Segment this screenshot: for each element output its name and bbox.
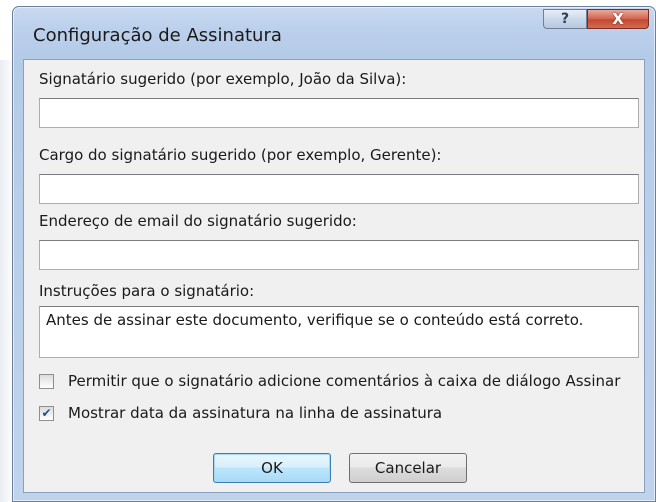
signer-instructions-label: Instruções para o signatário: — [39, 282, 255, 300]
signer-email-input[interactable] — [39, 240, 639, 270]
show-date-label[interactable]: Mostrar data da assinatura na linha de a… — [68, 404, 442, 422]
signer-title-label: Cargo do signatário sugerido (por exempl… — [39, 146, 442, 164]
suggested-signer-input[interactable] — [39, 98, 639, 128]
allow-comments-row[interactable]: Permitir que o signatário adicione comen… — [39, 372, 620, 390]
signature-setup-dialog: Configuração de Assinatura ? X Signatári… — [12, 6, 656, 502]
suggested-signer-label: Signatário sugerido (por exemplo, João d… — [39, 70, 407, 88]
signer-email-label: Endereço de email do signatário sugerido… — [39, 212, 357, 230]
signer-instructions-input[interactable]: Antes de assinar este documento, verifiq… — [39, 306, 639, 358]
close-icon: X — [612, 10, 624, 28]
ok-button[interactable]: OK — [213, 453, 331, 483]
allow-comments-label[interactable]: Permitir que o signatário adicione comen… — [68, 372, 620, 390]
allow-comments-checkbox[interactable] — [39, 373, 54, 389]
close-button[interactable]: X — [587, 9, 649, 29]
show-date-row[interactable]: ✔ Mostrar data da assinatura na linha de… — [39, 404, 442, 422]
help-icon: ? — [560, 11, 570, 27]
title-bar[interactable]: Configuração de Assinatura ? X — [13, 7, 655, 59]
signer-title-input[interactable] — [39, 174, 639, 204]
show-date-checkbox[interactable]: ✔ — [39, 405, 54, 421]
help-button[interactable]: ? — [543, 9, 587, 29]
dialog-title: Configuração de Assinatura — [33, 25, 282, 46]
cancel-button[interactable]: Cancelar — [349, 453, 467, 483]
checkmark-icon: ✔ — [41, 406, 52, 420]
dialog-body: Signatário sugerido (por exemplo, João d… — [23, 59, 645, 493]
